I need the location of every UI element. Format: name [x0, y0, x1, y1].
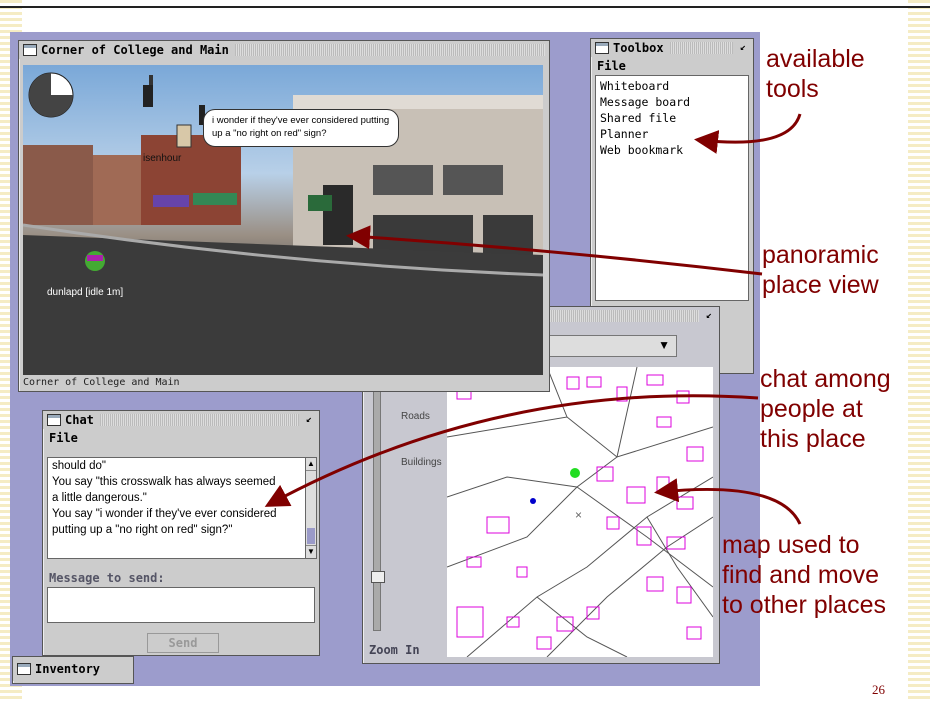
chat-line: a little dangerous." — [52, 492, 147, 504]
chat-title: Chat — [65, 413, 94, 427]
place-titlebar[interactable]: Corner of College and Main — [19, 41, 549, 59]
chat-scrollbar[interactable]: ▲ ▼ — [305, 457, 317, 559]
layer-buildings-label: Buildings — [401, 457, 442, 468]
callout-chat: chat among people at this place — [760, 365, 891, 453]
map-canvas[interactable]: × — [447, 367, 713, 657]
tool-item-web-bookmark[interactable]: Web bookmark — [600, 142, 744, 158]
minimize-icon[interactable]: ↙ — [737, 42, 749, 54]
callout-map: map used to find and move to other place… — [722, 531, 886, 619]
chat-file-menu[interactable]: File — [43, 429, 319, 447]
svg-text:×: × — [575, 508, 582, 522]
chat-transcript: should do" You say "this crosswalk has a… — [47, 457, 311, 559]
callout-available-tools: available tools — [766, 45, 865, 103]
layer-roads-label: Roads — [401, 411, 430, 422]
chat-window: Chat ↙ File should do" You say "this cro… — [42, 410, 320, 656]
scroll-thumb[interactable] — [307, 528, 315, 544]
map-user-marker — [530, 498, 536, 504]
toolbox-list: Whiteboard Message board Shared file Pla… — [595, 75, 749, 301]
inventory-label: Inventory — [35, 662, 101, 676]
place-window: Corner of College and Main i wonder if t… — [18, 40, 550, 392]
send-button[interactable]: Send — [147, 633, 219, 653]
chat-line: putting up a "no right on red" sign?" — [52, 524, 233, 536]
top-rule — [0, 6, 930, 8]
avatar-label-isenhour[interactable]: isenhour — [143, 153, 181, 164]
minimize-icon[interactable]: ↙ — [703, 310, 715, 322]
toolbox-title: Toolbox — [613, 41, 664, 55]
scroll-up-icon[interactable]: ▲ — [306, 458, 316, 471]
place-status-bar: Corner of College and Main — [23, 377, 180, 388]
right-stripe-decoration — [908, 0, 930, 702]
window-icon — [47, 414, 61, 426]
chat-line: You say "i wonder if they've ever consid… — [52, 508, 277, 520]
window-icon — [23, 44, 37, 56]
chat-line: should do" — [52, 460, 106, 472]
callout-panoramic-view: panoramic place view — [762, 241, 879, 299]
zoom-slider[interactable] — [373, 367, 381, 631]
avatar-label-dunlapd[interactable]: dunlapd [idle 1m] — [47, 287, 123, 298]
speech-bubble: i wonder if they've ever considered putt… — [203, 109, 399, 147]
tool-item-shared-file[interactable]: Shared file — [600, 110, 744, 126]
tool-item-planner[interactable]: Planner — [600, 126, 744, 142]
tool-item-whiteboard[interactable]: Whiteboard — [600, 78, 744, 94]
zoom-slider-thumb[interactable] — [371, 571, 385, 583]
map-drawing: × — [447, 367, 713, 657]
chevron-down-icon: ▼ — [658, 338, 670, 352]
panorama-view[interactable]: i wonder if they've ever considered putt… — [23, 65, 543, 375]
minimize-icon[interactable]: ↙ — [303, 414, 315, 426]
scroll-down-icon[interactable]: ▼ — [306, 545, 316, 558]
zoom-in-label[interactable]: Zoom In — [369, 643, 420, 657]
message-input[interactable] — [47, 587, 315, 623]
message-label: Message to send: — [49, 571, 165, 585]
place-window-title: Corner of College and Main — [41, 43, 229, 57]
speech-bubble-text: i wonder if they've ever considered putt… — [212, 115, 390, 139]
inventory-window[interactable]: Inventory — [12, 656, 134, 684]
map-dropdown[interactable]: ▼ — [549, 335, 677, 357]
window-icon — [595, 42, 609, 54]
window-icon — [17, 663, 31, 675]
toolbox-file-menu[interactable]: File — [591, 57, 753, 75]
map-current-location — [570, 468, 580, 478]
toolbox-titlebar[interactable]: Toolbox ↙ — [591, 39, 753, 57]
chat-line: You say "this crosswalk has always seeme… — [52, 476, 276, 488]
chat-titlebar[interactable]: Chat ↙ — [43, 411, 319, 429]
tool-item-message-board[interactable]: Message board — [600, 94, 744, 110]
page-number: 26 — [872, 682, 885, 697]
